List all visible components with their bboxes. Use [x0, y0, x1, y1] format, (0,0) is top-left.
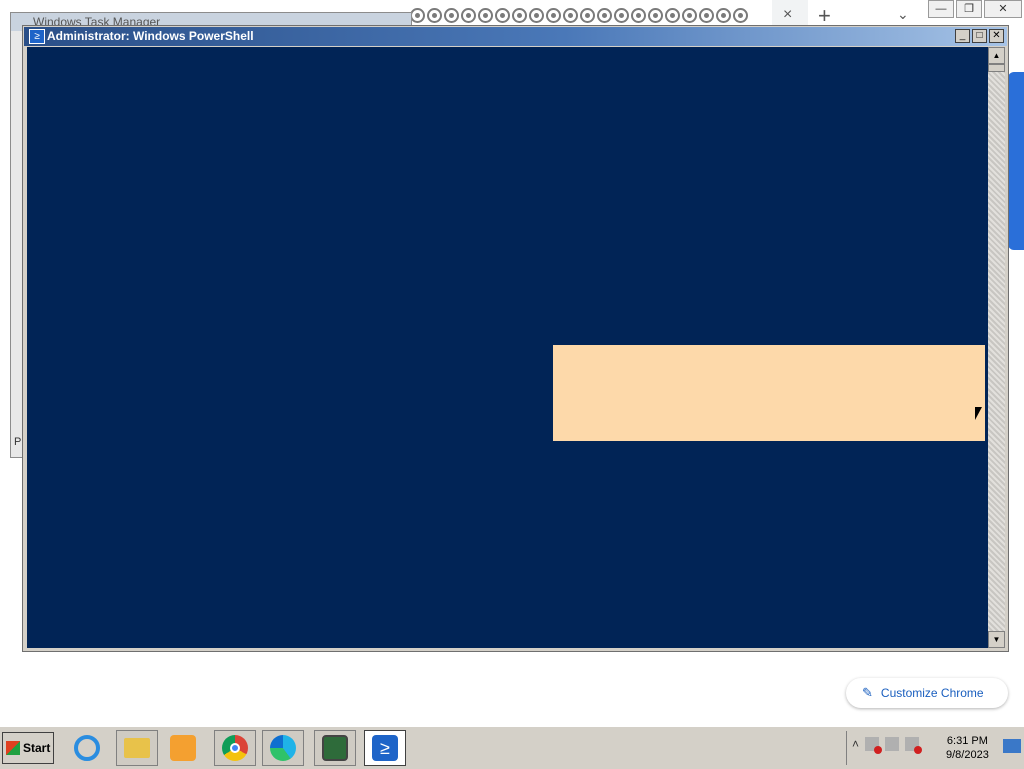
taskbar-edge[interactable] — [262, 730, 304, 766]
internet-explorer-icon — [74, 735, 100, 761]
tab-favicon-icon[interactable] — [410, 8, 425, 23]
console-selection — [553, 345, 985, 441]
browser-restore-button[interactable]: ❐ — [956, 0, 982, 18]
network-icon[interactable] — [885, 737, 900, 751]
powershell-console[interactable] — [27, 47, 988, 648]
tab-favicon-icon[interactable] — [495, 8, 510, 23]
customize-chrome-label: Customize Chrome — [880, 686, 984, 700]
tab-favicon-icon[interactable] — [546, 8, 561, 23]
browser-minimize-button[interactable]: — — [928, 0, 954, 18]
windows-logo-icon — [6, 741, 20, 755]
system-clock[interactable]: 6:31 PM 9/8/2023 — [946, 734, 989, 762]
tab-search-icon[interactable]: ⌄ — [897, 6, 909, 23]
taskbar-server-manager[interactable] — [314, 730, 356, 766]
close-button[interactable]: ✕ — [989, 29, 1004, 43]
tab-close-icon[interactable]: × — [783, 6, 792, 24]
media-player-icon — [170, 735, 196, 761]
tab-favicon-icon[interactable] — [648, 8, 663, 23]
tab-favicon-icon[interactable] — [631, 8, 646, 23]
tab-favicon-icon[interactable] — [716, 8, 731, 23]
tray-separator — [846, 731, 847, 765]
start-button[interactable]: Start — [2, 732, 54, 764]
tray-expand-icon[interactable]: ˄ — [852, 737, 859, 751]
tab-favicon-icon[interactable] — [427, 8, 442, 23]
taskbar-powershell[interactable]: ≥ — [364, 730, 406, 766]
tab-favicon-icon[interactable] — [597, 8, 612, 23]
scroll-thumb[interactable] — [988, 64, 1005, 72]
powershell-window[interactable]: ≥ Administrator: Windows PowerShell _ □ … — [22, 25, 1009, 652]
tab-favicon-icon[interactable] — [529, 8, 544, 23]
vertical-scrollbar[interactable]: ▲ ▼ — [988, 47, 1005, 648]
chrome-icon — [222, 735, 248, 761]
browser-window-controls: — ❐ ✕ — [928, 0, 1024, 18]
show-desktop-icon[interactable] — [1003, 739, 1021, 753]
start-label: Start — [23, 741, 51, 755]
tab-favicon-icon[interactable] — [478, 8, 493, 23]
scroll-up-button[interactable]: ▲ — [988, 47, 1005, 64]
powershell-title: Administrator: Windows PowerShell — [47, 29, 254, 43]
maximize-button[interactable]: □ — [972, 29, 987, 43]
tab-favicon-icon[interactable] — [699, 8, 714, 23]
clock-time: 6:31 PM — [946, 735, 988, 747]
tab-favicon-icon[interactable] — [461, 8, 476, 23]
system-tray: ˄ — [852, 737, 923, 754]
taskbar-file-explorer[interactable] — [116, 730, 158, 766]
edge-icon — [270, 735, 296, 761]
customize-chrome-button[interactable]: ✎ Customize Chrome — [846, 678, 1008, 708]
file-explorer-icon — [124, 738, 150, 758]
pencil-icon: ✎ — [862, 685, 873, 700]
powershell-taskbar-icon: ≥ — [372, 735, 398, 761]
browser-close-button[interactable]: ✕ — [984, 0, 1022, 18]
server-manager-icon — [322, 735, 348, 761]
minimize-button[interactable]: _ — [955, 29, 970, 43]
powershell-icon[interactable]: ≥ — [29, 29, 45, 44]
background-window-edge — [1008, 72, 1024, 250]
powershell-titlebar[interactable]: ≥ Administrator: Windows PowerShell _ □ … — [24, 27, 1007, 46]
browser-tab-favicons — [410, 8, 748, 23]
tab-favicon-icon[interactable] — [580, 8, 595, 23]
tab-favicon-icon[interactable] — [665, 8, 680, 23]
tab-favicon-icon[interactable] — [563, 8, 578, 23]
scroll-down-button[interactable]: ▼ — [988, 631, 1005, 648]
powershell-window-controls: _ □ ✕ — [955, 29, 1004, 43]
volume-muted-icon[interactable] — [905, 737, 923, 754]
task-manager-partial-label: P — [14, 436, 22, 448]
taskbar-media-player[interactable] — [162, 730, 204, 766]
tab-favicon-icon[interactable] — [682, 8, 697, 23]
tab-favicon-icon[interactable] — [733, 8, 748, 23]
clock-date: 9/8/2023 — [946, 749, 989, 761]
tab-favicon-icon[interactable] — [444, 8, 459, 23]
taskbar: Start ≥ ˄ 6:31 PM 9/8/2023 — [0, 726, 1024, 769]
action-center-icon[interactable] — [865, 737, 883, 754]
tab-favicon-icon[interactable] — [614, 8, 629, 23]
tab-favicon-icon[interactable] — [512, 8, 527, 23]
mouse-cursor-icon — [975, 407, 982, 420]
taskbar-chrome[interactable] — [214, 730, 256, 766]
taskbar-internet-explorer[interactable] — [66, 730, 108, 766]
